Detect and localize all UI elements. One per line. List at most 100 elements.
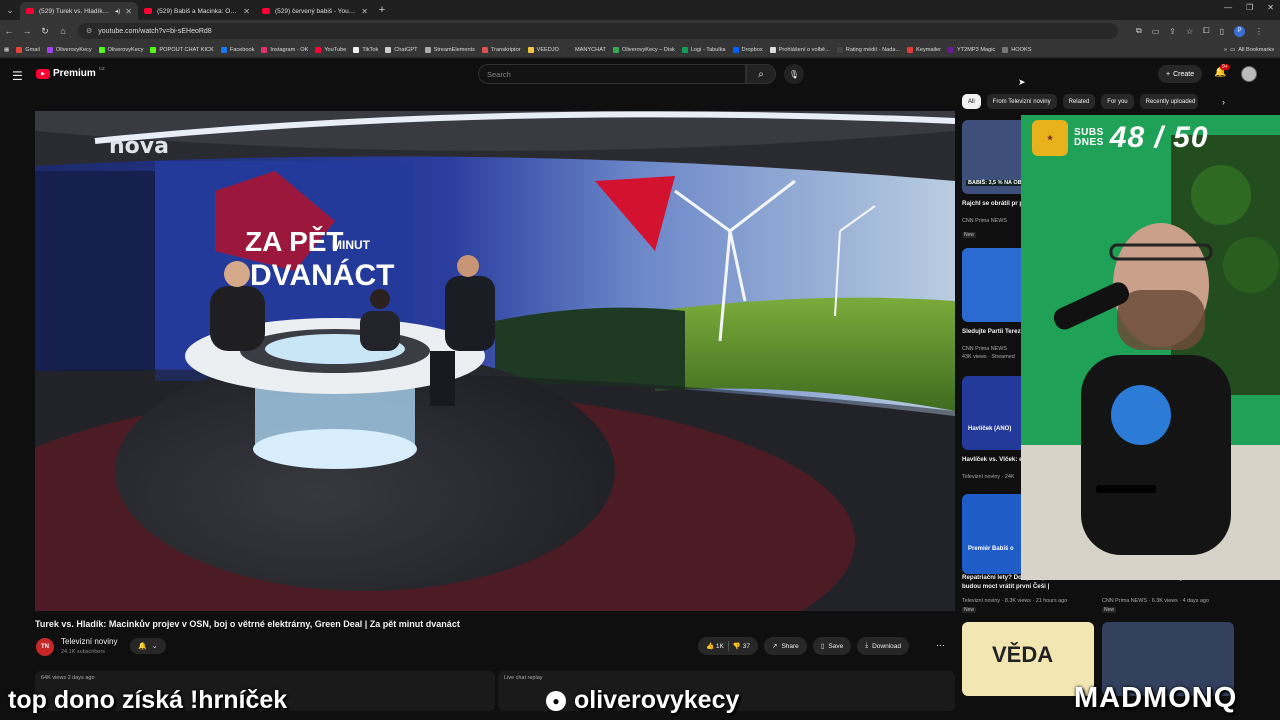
guide-menu-icon[interactable]: ☰ [12,69,23,83]
bookmark-item[interactable]: ChatGPT [385,46,418,53]
dislike-count: 37 [742,643,750,650]
bookmark-item[interactable]: OliverovyKecy [46,46,92,53]
cast-icon[interactable]: ▭ [1152,27,1160,36]
profile-avatar[interactable]: P [1233,25,1245,37]
dislike-button[interactable]: 👎 37 [733,642,750,650]
sidebar-icon[interactable]: ▯ [1220,27,1224,36]
translate-icon[interactable]: ⧉ [1136,26,1142,36]
like-button[interactable]: 👍 1K [706,642,724,650]
bookmark-label: OliverovyKecy [107,46,144,53]
new-badge: New [962,607,977,613]
home-icon[interactable]: ⌂ [54,26,72,36]
share-button[interactable]: ↗ Share [764,637,807,655]
download-label: Download [872,642,902,650]
apps-grid-icon[interactable]: ▦ [4,47,9,53]
bookmark-item[interactable]: HOOKS [1002,46,1031,53]
channel-avatar[interactable]: TN [36,638,54,656]
bookmark-item[interactable]: Gmail [16,46,40,53]
share-icon: ↗ [772,643,778,650]
reload-icon[interactable]: ↻ [36,26,54,37]
bookmark-item[interactable]: Logi - Tabulka [681,46,726,53]
bookmarks-bar: ▦ Gmail OliverovyKecy OliverovyKecy POPO… [0,42,1280,58]
screen-title-line2: DVANÁCT [250,258,394,292]
bookmark-label: Transkriptor [490,46,521,53]
video-title: Turek vs. Hladík: Macinkův projev v OSN,… [35,619,460,629]
bookmark-item[interactable]: Facebook [220,46,254,53]
video-player[interactable]: nova ZA PĚT MINUT DVANÁCT [35,111,955,611]
chip-from-channel[interactable]: From Televizní noviny [986,94,1057,109]
sponsor-logo: MADMONQ [1074,682,1238,714]
close-window-icon[interactable]: ✕ [1267,3,1274,12]
subs-count: 48 / 50 [1109,121,1209,154]
logo-text: Premium [53,68,96,79]
close-tab-icon[interactable]: ✕ [243,7,250,16]
webcam-frame [1021,115,1280,580]
bookmark-item[interactable]: Transkriptor [481,46,521,53]
bookmark-item[interactable]: MANYCHAT [565,46,606,53]
rec-channel: Televizní noviny · 8.3K views · 21 hours… [962,598,1068,604]
close-tab-icon[interactable]: ✕ [125,7,132,16]
browser-tab-2[interactable]: (529) Babiš a Macinka: Opatře ✕ [138,2,256,20]
bookmark-item[interactable]: Prohlášení o volbě... [769,46,830,53]
chip-all[interactable]: All [962,94,981,109]
thumbs-up-icon: 👍 [706,643,715,650]
back-icon[interactable]: ← [0,26,18,36]
close-tab-icon[interactable]: ✕ [361,7,368,16]
bookmark-item[interactable]: Rating médií - Nada... [836,46,900,53]
address-bar[interactable]: ⚙ youtube.com/watch?v=bi-sEHeoRd8 [78,23,1118,39]
chip-recently-uploaded[interactable]: Recently uploaded [1139,94,1198,109]
chip-related[interactable]: Related [1062,94,1096,109]
video-actions: 👍 1K 👎 37 ↗ Share ▯ Save ⤓ Download [698,637,910,655]
search-input[interactable]: Search [478,64,746,84]
bookmark-label: StreamElements [433,46,475,53]
bookmark-item[interactable]: Dropbox [732,46,763,53]
create-button[interactable]: + Create [1158,65,1203,83]
subscribed-button[interactable]: 🔔 ⌄ [130,638,166,654]
all-bookmarks[interactable]: » ▭ All Bookmarks [1224,47,1274,53]
folder-icon: ▭ [1229,46,1236,53]
bookmark-item[interactable]: OliverovyKecy [98,46,144,53]
subs-label-2: DNES [1074,137,1104,148]
chevron-down-icon: ⌄ [151,643,158,650]
maximize-icon[interactable]: ❐ [1246,3,1253,12]
bookmark-item[interactable]: YT2MP3 Magic [948,46,995,53]
channel-name[interactable]: Televizní noviny [61,637,117,646]
bookmark-star-icon[interactable]: ☆ [1186,27,1193,36]
chip-for-you[interactable]: For you [1101,94,1134,109]
account-avatar[interactable] [1241,66,1257,82]
bookmark-item[interactable]: StreamElements [424,46,475,53]
bookmark-item[interactable]: YouTube [315,46,346,53]
bookmark-item[interactable]: POPOUT CHAT KICK [150,46,214,53]
more-actions-icon[interactable]: ⋯ [936,640,945,651]
minimize-icon[interactable]: — [1224,3,1232,12]
save-button[interactable]: ▯ Save [812,637,852,655]
search-icon[interactable]: ⌕ [746,64,776,84]
bookmark-item[interactable]: VEEDJO [527,46,559,53]
stream-overlay-left: top dono získá !hrníček [8,686,288,714]
menu-kebab-icon[interactable]: ⋮ [1255,27,1263,36]
more-bookmarks-icon[interactable]: » [1224,47,1227,53]
browser-tab-3[interactable]: (529) červený babiš - YouTube ✕ [256,2,374,20]
bookmark-item[interactable]: Instagram - OK [261,46,308,53]
browser-tab-1[interactable]: (529) Turek vs. Hladík: Mac ◂) ✕ [20,2,138,20]
screen-title-line1: ZA PĚT [245,226,344,257]
extensions-icon[interactable]: ⧠ [1203,26,1209,36]
bookmark-item[interactable]: Keymailer [907,46,941,53]
new-tab-button[interactable]: + [374,4,390,16]
tab-search-icon[interactable]: ⌄ [0,0,20,20]
divider [727,641,729,651]
share-page-icon[interactable]: ⇪ [1169,27,1176,36]
subs-mascot-icon: ★ [1032,120,1068,156]
nova-logo: nova [109,134,169,159]
audio-icon[interactable]: ◂) [115,7,120,15]
thumbs-down-icon: 👎 [732,643,741,650]
download-button[interactable]: ⤓ Download [857,637,910,655]
chevron-right-icon[interactable]: › [1222,97,1225,107]
youtube-premium-logo[interactable]: ▶ Premium CZ [36,66,105,79]
site-info-icon[interactable]: ⚙ [86,27,92,35]
voice-search-icon[interactable]: 🎙 [784,64,804,84]
bookmark-label: VEEDJO [536,46,559,53]
forward-icon[interactable]: → [18,26,36,36]
bookmark-item[interactable]: OliverovyKecy – Disk [612,46,675,53]
bookmark-item[interactable]: TikTok [353,46,378,53]
